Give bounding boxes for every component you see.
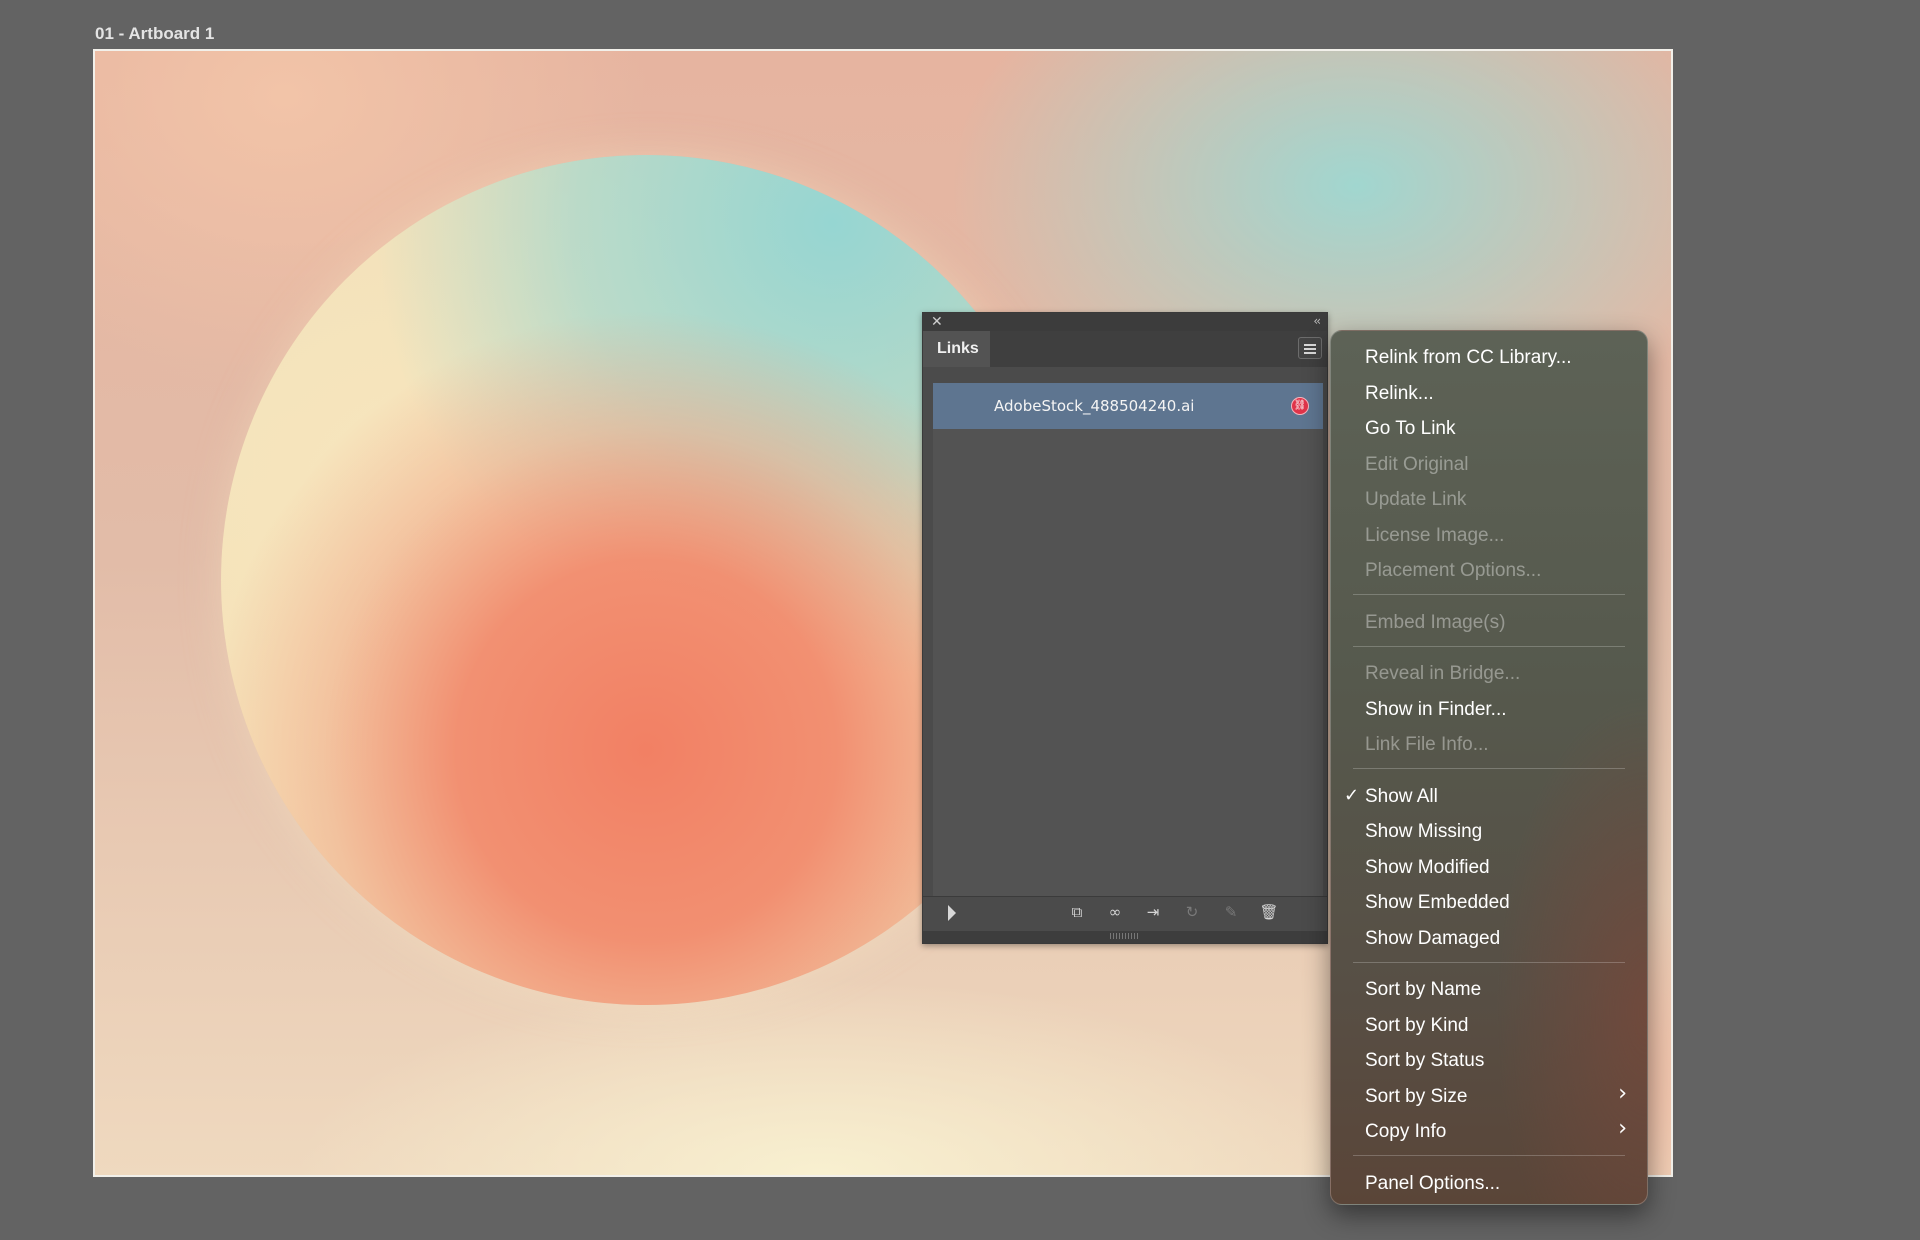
menu-item-copy-info[interactable]: Copy Info — [1365, 1121, 1446, 1143]
double-chevron-left-icon[interactable]: ‹‹ — [1313, 313, 1320, 329]
menu-separator — [1353, 1155, 1625, 1156]
menu-separator — [1353, 962, 1625, 963]
links-list: AdobeStock_488504240.ai ⛓ — [933, 383, 1323, 913]
menu-item-license-image: License Image... — [1365, 525, 1505, 546]
relink-icon[interactable]: ∞ — [1103, 902, 1127, 922]
menu-item-edit-original: Edit Original — [1365, 454, 1469, 475]
menu-item-link-file-info: Link File Info... — [1365, 734, 1489, 755]
menu-item-sort-by-size[interactable]: Sort by Size — [1365, 1086, 1467, 1108]
menu-item-reveal-in-bridge: Reveal in Bridge... — [1365, 663, 1521, 684]
resize-grip-icon[interactable] — [1110, 933, 1140, 939]
menu-item-show-missing[interactable]: Show Missing — [1365, 821, 1482, 843]
menu-item-show-all[interactable]: Show All — [1365, 786, 1438, 808]
hamburger-line — [1304, 348, 1316, 350]
menu-item-show-damaged[interactable]: Show Damaged — [1365, 928, 1500, 950]
menu-item-show-embedded[interactable]: Show Embedded — [1365, 892, 1510, 914]
chevron-right-icon: › — [1618, 1116, 1627, 1141]
menu-separator — [1353, 646, 1625, 647]
menu-item-update-link: Update Link — [1365, 489, 1467, 510]
links-panel-footer: ⧉ ∞ ⇥ ↻ ✎ 🗑 — [923, 896, 1327, 927]
panel-tab-row: Links — [923, 331, 1327, 367]
menu-separator — [1353, 768, 1625, 769]
missing-link-icon: ⛓ — [1291, 397, 1309, 415]
relink-from-cc-library-icon[interactable]: ⧉ — [1065, 902, 1089, 922]
menu-item-sort-by-kind[interactable]: Sort by Kind — [1365, 1015, 1469, 1037]
panel-titlebar[interactable]: ✕ ‹‹ — [923, 313, 1327, 331]
menu-item-go-to-link[interactable]: Go To Link — [1365, 418, 1455, 440]
go-to-link-icon[interactable]: ⇥ — [1141, 902, 1165, 922]
menu-item-panel-options[interactable]: Panel Options... — [1365, 1173, 1500, 1195]
link-list-item[interactable]: AdobeStock_488504240.ai ⛓ — [933, 383, 1323, 429]
chevron-right-icon: › — [1618, 1081, 1627, 1106]
menu-item-show-modified[interactable]: Show Modified — [1365, 857, 1490, 879]
menu-separator — [1353, 594, 1625, 595]
link-file-name: AdobeStock_488504240.ai — [994, 397, 1195, 415]
menu-item-sort-by-name[interactable]: Sort by Name — [1365, 979, 1481, 1001]
close-icon[interactable]: ✕ — [931, 314, 943, 330]
artboard-label: 01 - Artboard 1 — [95, 24, 215, 43]
links-panel: ✕ ‹‹ Links AdobeStock_488504240.ai ⛓ ⧉ ∞… — [922, 312, 1328, 944]
show-link-info-icon[interactable] — [948, 905, 956, 921]
edit-original-icon[interactable]: ✎ — [1219, 902, 1243, 922]
menu-item-show-in-finder[interactable]: Show in Finder... — [1365, 699, 1507, 721]
menu-item-embed-images: Embed Image(s) — [1365, 612, 1506, 633]
panel-menu-button[interactable] — [1298, 337, 1322, 359]
checkmark-icon: ✓ — [1344, 785, 1360, 806]
menu-item-placement-options: Placement Options... — [1365, 560, 1542, 581]
panel-resize-bar[interactable] — [923, 931, 1327, 943]
menu-item-relink[interactable]: Relink... — [1365, 383, 1434, 405]
delete-icon[interactable]: 🗑 — [1257, 902, 1281, 922]
links-panel-flyout-menu: Relink from CC Library... Relink... Go T… — [1330, 330, 1648, 1205]
hamburger-menu-icon — [1304, 344, 1316, 346]
menu-item-sort-by-status[interactable]: Sort by Status — [1365, 1050, 1484, 1072]
hamburger-line — [1304, 352, 1316, 354]
menu-item-relink-from-cc-library[interactable]: Relink from CC Library... — [1365, 347, 1572, 369]
update-link-icon[interactable]: ↻ — [1180, 902, 1204, 922]
tab-links[interactable]: Links — [923, 331, 990, 367]
